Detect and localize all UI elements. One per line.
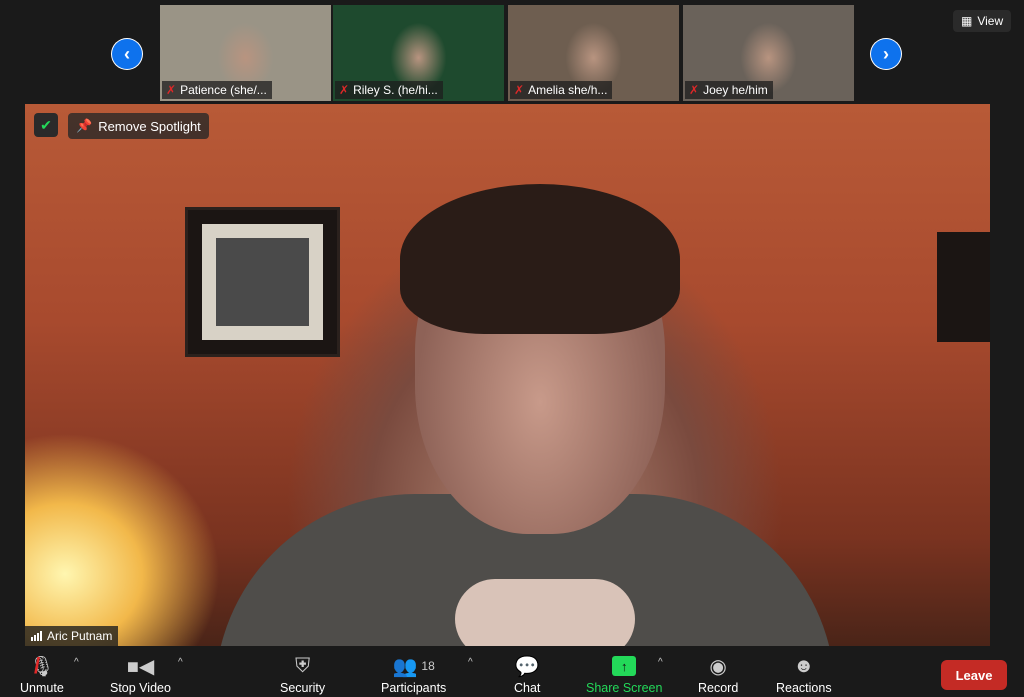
chat-bubble-icon: 💬 bbox=[514, 655, 540, 678]
chevron-left-icon: ‹ bbox=[112, 39, 142, 69]
mic-muted-icon: ✗ bbox=[166, 83, 177, 97]
signal-icon bbox=[31, 631, 42, 641]
participant-name-label: ✗ Riley S. (he/hi... bbox=[335, 81, 443, 99]
chat-button[interactable]: 💬 Chat bbox=[514, 651, 540, 696]
speaker-name-label: Aric Putnam bbox=[25, 626, 119, 646]
participants-button[interactable]: 👥 18 Participants bbox=[381, 651, 446, 696]
mic-muted-icon: ✗ bbox=[339, 83, 350, 97]
participant-name-label: ✗ Amelia she/h... bbox=[510, 81, 613, 99]
main-video: ✔ 📌 Remove Spotlight Aric Putnam bbox=[25, 104, 990, 646]
view-button[interactable]: ▦ View bbox=[953, 10, 1012, 32]
participant-thumbnail[interactable]: ✗ Joey he/him bbox=[683, 5, 854, 101]
next-page-button[interactable]: › bbox=[870, 38, 902, 70]
video-options-caret[interactable]: ^ bbox=[178, 657, 183, 668]
video-camera-icon: ■◀ bbox=[126, 655, 155, 678]
participant-thumbnail[interactable]: ✗ Amelia she/h... bbox=[508, 5, 679, 101]
pin-icon: 📌 bbox=[76, 118, 93, 133]
chevron-right-icon: › bbox=[871, 39, 901, 69]
security-button[interactable]: ⛨ Security bbox=[280, 651, 325, 696]
share-screen-button[interactable]: ↑ Share Screen bbox=[586, 651, 662, 695]
mic-off-icon: 🎙 / bbox=[29, 653, 55, 678]
people-icon: 👥 bbox=[392, 655, 418, 678]
remove-spotlight-button[interactable]: 📌 Remove Spotlight bbox=[68, 113, 209, 139]
share-options-caret[interactable]: ^ bbox=[658, 657, 663, 668]
share-arrow-icon: ↑ bbox=[612, 656, 637, 676]
reactions-button[interactable]: ☻ Reactions bbox=[776, 651, 832, 696]
stop-video-button[interactable]: ■◀ Stop Video bbox=[110, 651, 171, 696]
leave-button[interactable]: Leave bbox=[941, 660, 1007, 690]
prev-page-button[interactable]: ‹ bbox=[111, 38, 143, 70]
mic-muted-icon: ✗ bbox=[689, 83, 700, 97]
record-icon: ◉ bbox=[709, 655, 727, 678]
unmute-button[interactable]: 🎙 / Unmute bbox=[20, 651, 64, 695]
record-button[interactable]: ◉ Record bbox=[698, 651, 738, 696]
grid-icon: ▦ bbox=[961, 14, 973, 28]
participant-thumbnail[interactable]: ✗ Riley S. (he/hi... bbox=[333, 5, 504, 101]
meeting-toolbar: 🎙 / Unmute ^ ■◀ Stop Video ^ ⛨ Security 👥 18 P… bbox=[0, 647, 1024, 697]
smiley-plus-icon: ☻ bbox=[793, 654, 815, 677]
encryption-shield-icon[interactable]: ✔ bbox=[34, 113, 58, 137]
shield-icon: ⛨ bbox=[295, 654, 311, 677]
participant-thumbnail[interactable]: ✗ Patience (she/... bbox=[160, 5, 331, 101]
wall-picture bbox=[937, 232, 990, 342]
participants-options-caret[interactable]: ^ bbox=[468, 657, 473, 668]
speaker-video bbox=[215, 184, 835, 646]
mic-muted-icon: ✗ bbox=[514, 83, 525, 97]
participant-name-label: ✗ Patience (she/... bbox=[162, 81, 272, 99]
audio-options-caret[interactable]: ^ bbox=[74, 657, 79, 668]
participant-name-label: ✗ Joey he/him bbox=[685, 81, 773, 99]
